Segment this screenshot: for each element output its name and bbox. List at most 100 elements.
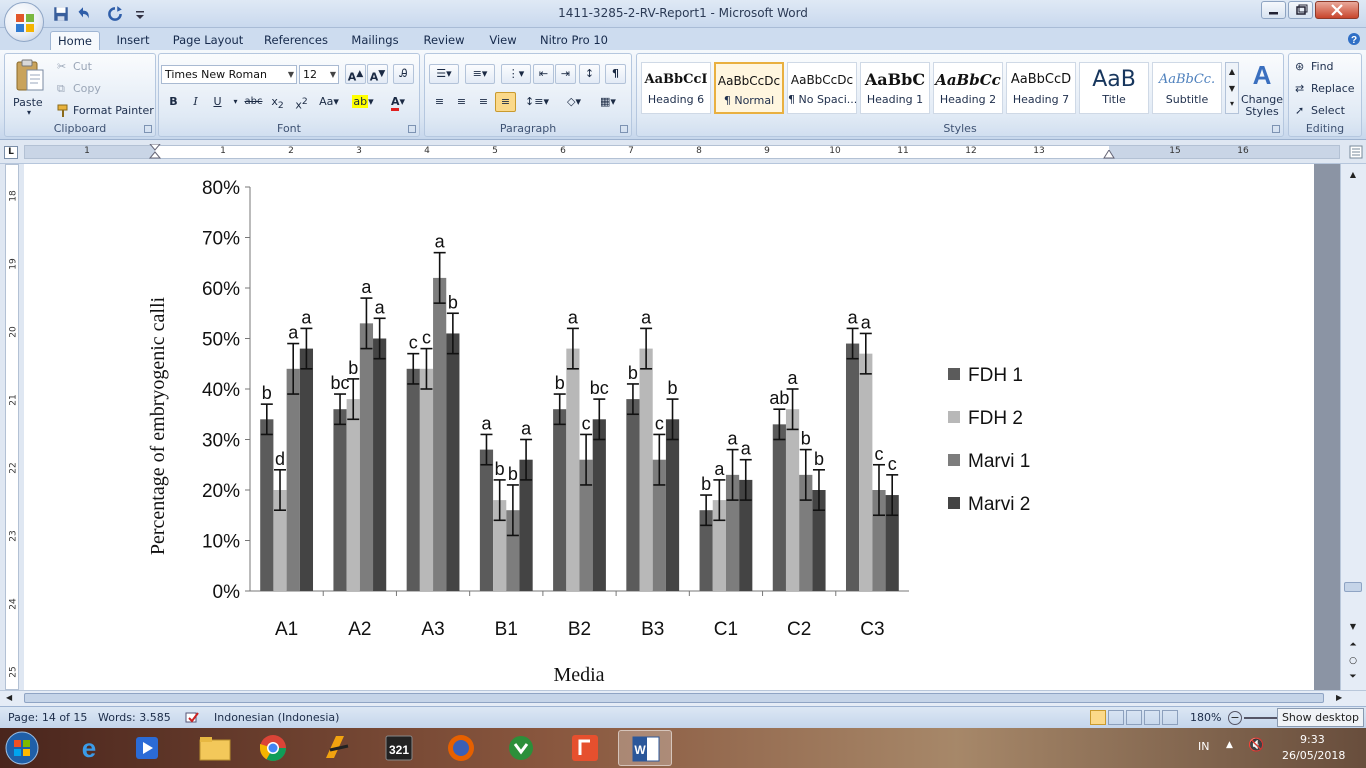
tab-selector[interactable]: L: [4, 146, 18, 159]
tab-page-layout[interactable]: Page Layout: [170, 31, 246, 50]
numbering-button[interactable]: ≡▾: [465, 64, 495, 84]
style-heading-1[interactable]: AaBbC Heading 1: [860, 62, 930, 114]
taskbar-media-player-classic[interactable]: 321: [372, 730, 426, 766]
tab-references[interactable]: References: [260, 31, 332, 50]
tab-insert[interactable]: Insert: [110, 31, 156, 50]
scroll-thumb[interactable]: [1344, 582, 1362, 592]
paste-button[interactable]: Paste ▾: [9, 56, 51, 118]
style-heading-7[interactable]: AaBbCcD Heading 7: [1006, 62, 1076, 114]
strikethrough-button[interactable]: abc: [243, 92, 264, 112]
show-paragraph-marks-icon[interactable]: ¶: [605, 64, 626, 84]
line-spacing-button[interactable]: ↕≡▾: [523, 92, 551, 112]
copy-button[interactable]: ⧉ Copy: [55, 80, 145, 98]
tab-view[interactable]: View: [484, 31, 522, 50]
highlight-color-button[interactable]: ab▾: [349, 92, 377, 112]
input-language[interactable]: IN: [1198, 740, 1209, 753]
find-button[interactable]: ⊛ Find: [1293, 58, 1359, 76]
tab-mailings[interactable]: Mailings: [346, 31, 404, 50]
clear-formatting-icon[interactable]: Ꭿ: [393, 64, 414, 84]
multilevel-list-button[interactable]: ⋮▾: [501, 64, 531, 84]
superscript-button[interactable]: x2: [291, 92, 312, 112]
horizontal-scroll-thumb[interactable]: [24, 693, 1324, 703]
help-icon[interactable]: ?: [1347, 32, 1361, 46]
align-right-icon[interactable]: ≡: [473, 92, 494, 112]
close-button[interactable]: [1315, 1, 1359, 19]
proofing-icon[interactable]: [184, 711, 200, 725]
outline-view-icon[interactable]: [1144, 710, 1160, 725]
save-icon[interactable]: [52, 5, 70, 23]
paragraph-dialog-launcher[interactable]: [620, 125, 628, 133]
taskbar-firefox[interactable]: [434, 730, 488, 766]
bold-button[interactable]: B: [163, 92, 184, 112]
page-count[interactable]: Page: 14 of 15: [8, 711, 87, 724]
style-normal[interactable]: AaBbCcDc ¶ Normal: [714, 62, 784, 114]
indent-marker[interactable]: [149, 144, 161, 160]
volume-muted-icon[interactable]: 🔇: [1248, 738, 1264, 753]
styles-gallery-scroll[interactable]: ▲ ▼ ▾: [1225, 62, 1239, 114]
decrease-indent-icon[interactable]: ⇤: [533, 64, 554, 84]
restore-button[interactable]: [1288, 1, 1313, 19]
show-desktop-button[interactable]: Show desktop: [1276, 708, 1364, 727]
office-button[interactable]: [4, 2, 44, 42]
horizontal-ruler[interactable]: L 1 1 2 3 4 5 6 7 8 9 10 11 12 13 15 16: [0, 140, 1366, 164]
clock-time[interactable]: 9:33: [1300, 733, 1325, 746]
taskbar-file-explorer[interactable]: [188, 730, 242, 766]
tray-expand-icon[interactable]: ▲: [1226, 740, 1233, 750]
zoom-level[interactable]: 180%: [1190, 711, 1221, 724]
zoom-slider[interactable]: [1244, 717, 1280, 719]
justify-icon[interactable]: ≡: [495, 92, 516, 112]
tab-nitro-pro[interactable]: Nitro Pro 10: [536, 31, 612, 50]
print-layout-view-icon[interactable]: [1090, 710, 1106, 725]
taskbar-chrome[interactable]: [246, 730, 300, 766]
font-color-button[interactable]: A▾: [383, 92, 413, 112]
previous-page-icon[interactable]: ⏶: [1344, 640, 1362, 652]
increase-indent-icon[interactable]: ⇥: [555, 64, 576, 84]
sort-icon[interactable]: ↕: [579, 64, 600, 84]
next-page-icon[interactable]: ⏷: [1344, 672, 1362, 684]
select-button[interactable]: ➚ Select: [1293, 102, 1359, 120]
document-page[interactable]: 0% 10% 20% 30% 40% 50% 60% 70% 80% A1 A2 A3 B1 B2 B3 C1…: [24, 164, 1314, 690]
right-indent-marker[interactable]: [1103, 150, 1115, 160]
word-count[interactable]: Words: 3.585: [98, 711, 171, 724]
cut-button[interactable]: ✂ Cut: [55, 58, 145, 76]
web-layout-view-icon[interactable]: [1126, 710, 1142, 725]
scroll-up-icon[interactable]: ▲: [1344, 170, 1362, 182]
scroll-right-icon[interactable]: ▶: [1336, 693, 1342, 702]
start-button[interactable]: [4, 730, 46, 766]
shading-button[interactable]: ◇▾: [559, 92, 589, 112]
italic-button[interactable]: I: [185, 92, 206, 112]
align-center-icon[interactable]: ≡: [451, 92, 472, 112]
taskbar-nitro-pdf[interactable]: [558, 730, 612, 766]
tab-home[interactable]: Home: [50, 31, 100, 50]
full-screen-view-icon[interactable]: [1108, 710, 1124, 725]
change-styles-button[interactable]: A Change Styles: [1241, 58, 1283, 122]
font-dialog-launcher[interactable]: [408, 125, 416, 133]
shrink-font-button[interactable]: A▼: [367, 64, 388, 84]
grow-font-button[interactable]: A▲: [345, 64, 366, 84]
clipboard-dialog-launcher[interactable]: [144, 125, 152, 133]
replace-button[interactable]: ⇄ Replace: [1293, 80, 1359, 98]
style-heading-6[interactable]: AaBbCcI Heading 6: [641, 62, 711, 114]
format-painter-button[interactable]: Format Painter: [55, 102, 155, 120]
language-status[interactable]: Indonesian (Indonesia): [214, 711, 339, 724]
style-heading-2[interactable]: AaBbCc Heading 2: [933, 62, 1003, 114]
style-title[interactable]: AaB Title: [1079, 62, 1149, 114]
vertical-ruler[interactable]: 18 19 20 21 22 23 24 25: [0, 164, 24, 690]
customize-toolbar-icon[interactable]: [134, 5, 146, 23]
borders-button[interactable]: ▦▾: [593, 92, 623, 112]
styles-dialog-launcher[interactable]: [1272, 125, 1280, 133]
taskbar-download-manager[interactable]: [494, 730, 548, 766]
taskbar-winamp[interactable]: [308, 730, 362, 766]
undo-icon[interactable]: [74, 5, 92, 23]
taskbar-media-player[interactable]: [120, 730, 174, 766]
vertical-scrollbar[interactable]: ▲ ▼ ⏶ ○ ⏷: [1340, 164, 1366, 690]
view-ruler-icon[interactable]: [1349, 145, 1363, 159]
font-name-select[interactable]: Times New Roman ▼: [161, 65, 297, 84]
change-case-button[interactable]: Aa▾: [315, 92, 343, 112]
browse-object-icon[interactable]: ○: [1344, 656, 1362, 668]
zoom-out-icon[interactable]: −: [1228, 711, 1242, 725]
subscript-button[interactable]: x2: [267, 92, 288, 112]
redo-icon[interactable]: [106, 5, 124, 23]
bullets-button[interactable]: ☰▾: [429, 64, 459, 84]
taskbar-word[interactable]: W: [618, 730, 672, 766]
